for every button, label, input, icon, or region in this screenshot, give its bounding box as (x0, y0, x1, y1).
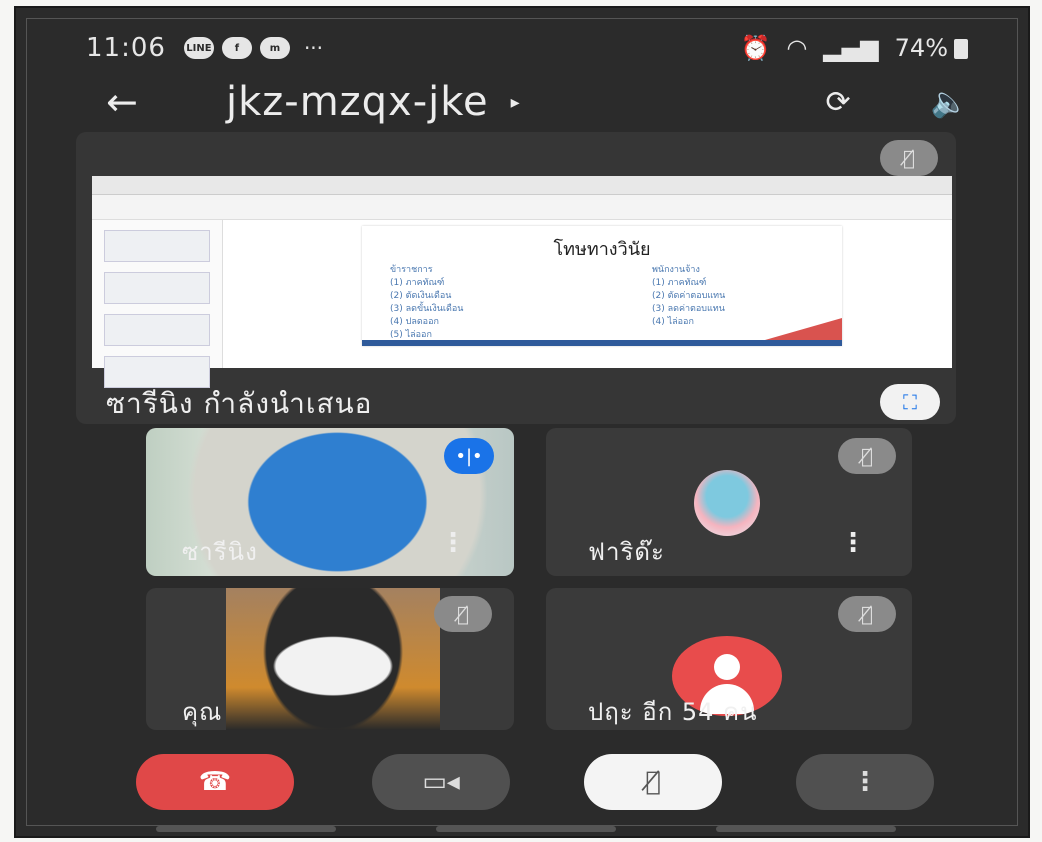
line-icon: LINE (183, 37, 214, 59)
nav-bar-segment (156, 826, 336, 832)
messenger-icon: m (259, 37, 290, 59)
participant-name: ฟาริด๊ะ (588, 538, 665, 566)
more-vert-icon: ⋮ (852, 767, 878, 797)
wifi-icon: ◠ (786, 34, 808, 62)
mic-off-icon: 🎙̸ (880, 140, 938, 176)
facebook-icon: f (221, 37, 252, 59)
notification-icons: LINE f m (183, 37, 290, 59)
more-options-button[interactable]: ⋮ (796, 754, 934, 810)
participant-tile[interactable]: •|• ซารีนิง ⋮ (146, 428, 514, 576)
more-notifications-icon: ··· (303, 36, 324, 60)
battery-icon (954, 39, 968, 59)
battery-level: 74% (895, 34, 968, 62)
alarm-icon: ⏰ (740, 34, 771, 62)
slide-page: โทษทางวินัย ข้าราชการ (1) ภาคทัณฑ์ (2) ต… (362, 226, 842, 346)
slide-right-column: พนักงานจ้าง (1) ภาคทัณฑ์ (2) ตัดค่าตอบแท… (652, 265, 726, 327)
mic-button[interactable]: 🎙̸ (584, 754, 722, 810)
status-right: ⏰ ◠ ▂▄▆ 74% (740, 34, 968, 62)
slide-thumbnails (92, 220, 223, 388)
meeting-info-caret-icon[interactable]: ▸ (511, 92, 520, 113)
browser-chrome (92, 176, 952, 195)
mic-off-icon: 🎙̸ (838, 438, 896, 474)
participant-tile[interactable]: 🎙̸ ฟาริด๊ะ ⋮ (546, 428, 912, 576)
status-time: 11:06 (86, 33, 166, 63)
participant-name: ปฤะ อีก 54 คน (588, 698, 758, 726)
participant-video (226, 588, 440, 730)
participant-name: คุณ (182, 698, 223, 726)
end-call-button[interactable]: ☎ (136, 754, 294, 810)
participant-name: ซารีนิง (182, 538, 258, 566)
presentation-card[interactable]: 🎙̸ โทษทางวินัย ข้าราชการ (1) ภาคทัณฑ์ (2… (76, 132, 956, 424)
slide-thumbnail (104, 272, 210, 304)
avatar (694, 470, 760, 536)
meeting-code[interactable]: jkz-mzqx-jke (226, 79, 489, 125)
slide-thumbnail (104, 230, 210, 262)
status-bar: 11:06 LINE f m ··· ⏰ ◠ ▂▄▆ 74% (86, 28, 968, 68)
slide-decoration (765, 318, 842, 340)
fullscreen-icon[interactable]: ⛶ (880, 384, 940, 420)
nav-bar-segment (716, 826, 896, 832)
speaking-indicator-icon: •|• (444, 438, 494, 474)
phone-hangup-icon: ☎ (198, 767, 232, 797)
participant-menu-icon[interactable]: ⋮ (840, 528, 866, 558)
participant-tile-self[interactable]: 🎙̸ คุณ (146, 588, 514, 730)
mic-off-icon: 🎙̸ (434, 596, 492, 632)
slide-thumbnail (104, 314, 210, 346)
back-arrow-icon[interactable]: ← (106, 80, 166, 124)
slide-footer-bar (362, 340, 842, 346)
shared-screen: โทษทางวินัย ข้าราชการ (1) ภาคทัณฑ์ (2) ต… (92, 176, 952, 388)
slides-toolbar (92, 195, 952, 220)
presenter-label: ซารีนิง กำลังนำเสนอ (106, 387, 373, 420)
mic-off-icon: 🎙̸ (838, 596, 896, 632)
meeting-topbar: ← jkz-mzqx-jke ▸ ⟳ 🔈 (106, 72, 968, 132)
switch-camera-icon[interactable]: ⟳ (826, 85, 851, 120)
topbar-actions: ⟳ 🔈 (826, 85, 969, 120)
phone-screen: 11:06 LINE f m ··· ⏰ ◠ ▂▄▆ 74% ← jkz-mzq… (14, 6, 1030, 838)
camera-button[interactable]: ▭◂ (372, 754, 510, 810)
person-head-icon (714, 654, 740, 680)
signal-icon: ▂▄▆ (823, 34, 879, 62)
mic-off-icon: 🎙̸ (645, 767, 661, 797)
participant-tile-others[interactable]: 🎙̸ ปฤะ อีก 54 คน (546, 588, 912, 730)
nav-bar-segment (436, 826, 616, 832)
camera-icon: ▭◂ (422, 767, 460, 797)
speaker-icon[interactable]: 🔈 (931, 85, 968, 120)
slide-title: โทษทางวินัย (553, 239, 651, 260)
participant-menu-icon[interactable]: ⋮ (440, 528, 466, 558)
slide-left-column: ข้าราชการ (1) ภาคทัณฑ์ (2) ตัดเงินเดือน … (390, 265, 464, 340)
